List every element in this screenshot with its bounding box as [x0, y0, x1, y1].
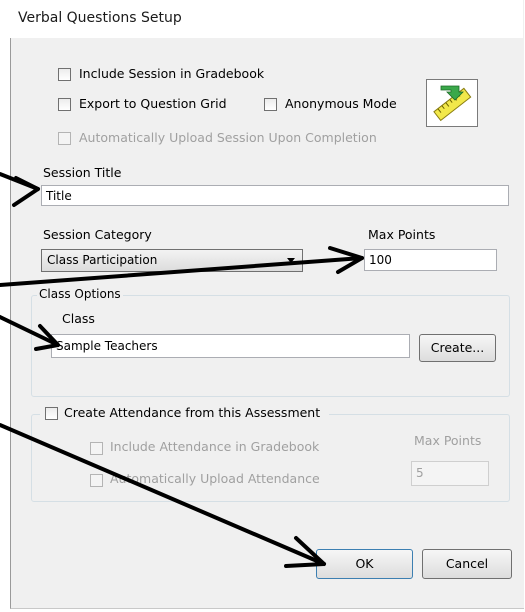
window-title: Verbal Questions Setup: [18, 10, 182, 26]
create-class-button[interactable]: Create...: [419, 334, 496, 362]
include-attendance-gradebook-label: Include Attendance in Gradebook: [110, 439, 320, 454]
create-attendance-label: Create Attendance from this Assessment: [64, 405, 321, 420]
include-session-gradebook-checkbox[interactable]: [58, 68, 71, 81]
class-label: Class: [62, 311, 95, 326]
anonymous-mode-checkbox[interactable]: [264, 98, 277, 111]
session-category-value: Class Participation: [47, 253, 158, 267]
session-title-input[interactable]: Title: [41, 185, 509, 206]
export-question-grid-checkbox[interactable]: [58, 98, 71, 111]
max-points-input[interactable]: 100: [364, 249, 497, 271]
auto-upload-attendance-label: Automatically Upload Attendance: [110, 471, 320, 486]
max-points-label: Max Points: [368, 227, 436, 242]
attendance-group: [31, 414, 510, 502]
attendance-max-points-label: Max Points: [414, 433, 482, 448]
ruler-pencil-icon[interactable]: [426, 79, 478, 127]
class-value: Sample Teachers: [56, 339, 158, 353]
auto-upload-attendance-checkbox[interactable]: [90, 474, 103, 487]
auto-upload-session-label: Automatically Upload Session Upon Comple…: [79, 130, 377, 145]
anonymous-mode-label: Anonymous Mode: [285, 96, 397, 111]
session-category-label: Session Category: [43, 227, 152, 242]
class-dropdown[interactable]: Sample Teachers: [51, 334, 410, 358]
chevron-down-icon: [287, 258, 295, 263]
ok-button[interactable]: OK: [316, 549, 413, 579]
session-category-dropdown[interactable]: Class Participation: [41, 249, 303, 272]
include-attendance-gradebook-checkbox[interactable]: [90, 442, 103, 455]
attendance-max-points-input[interactable]: 5: [411, 461, 489, 486]
cancel-button[interactable]: Cancel: [422, 549, 512, 579]
export-question-grid-label: Export to Question Grid: [79, 96, 227, 111]
session-title-label: Session Title: [43, 165, 122, 180]
auto-upload-session-checkbox[interactable]: [58, 132, 71, 145]
create-attendance-checkbox[interactable]: [45, 407, 58, 420]
include-session-gradebook-label: Include Session in Gradebook: [79, 66, 265, 81]
class-options-legend: Class Options: [37, 287, 123, 301]
